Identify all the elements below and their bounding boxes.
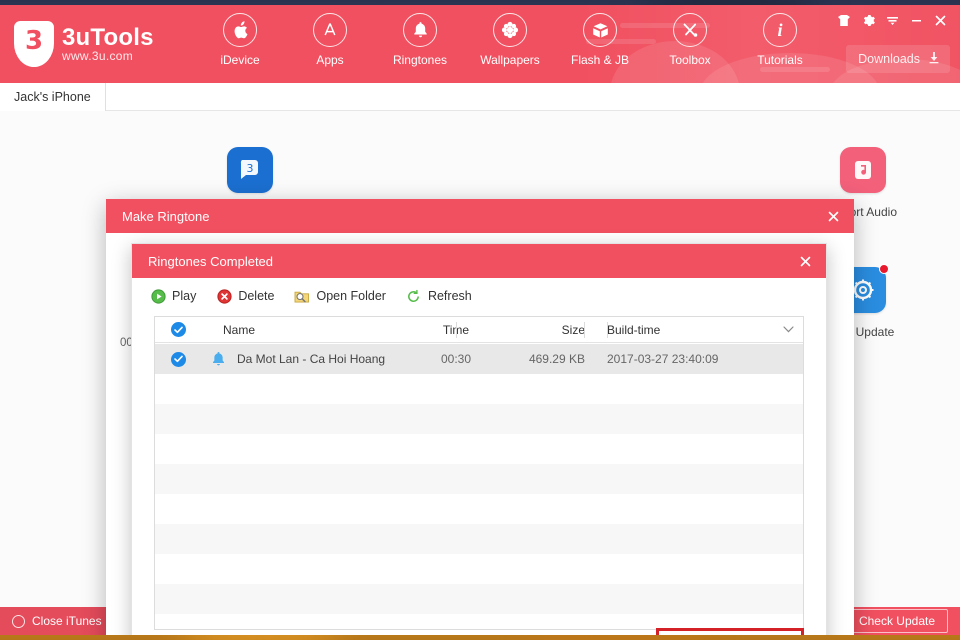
table-header-row: Name Time Size Build-time (155, 317, 803, 343)
nav-label: iDevice (220, 53, 260, 67)
table-row-empty (155, 584, 803, 614)
nav-label: Apps (316, 53, 344, 67)
ringtones-toolbar: Play Delete Open Folder Refresh (132, 278, 826, 314)
column-header-name[interactable]: Name (201, 317, 413, 343)
nav-item-tutorials[interactable]: i Tutorials (735, 13, 825, 67)
ringtones-table: Name Time Size Build-time Da Mot Lan - C… (154, 316, 804, 630)
row-checkbox[interactable] (155, 351, 201, 367)
tools-icon (673, 13, 707, 47)
info-icon: i (763, 13, 797, 47)
play-icon (150, 288, 166, 304)
nav-item-apps[interactable]: Apps (285, 13, 375, 67)
close-icon[interactable] (928, 9, 952, 31)
close-itunes-label: Close iTunes (32, 614, 102, 628)
close-icon[interactable] (784, 244, 826, 278)
table-row-empty (155, 524, 803, 554)
row-size-cell: 469.29 KB (528, 352, 585, 366)
brand-url: www.3u.com (62, 49, 134, 64)
app-header: 3 3uTools www.3u.com iDevice Apps Ringto… (0, 5, 960, 83)
make-ringtone-titlebar: Make Ringtone (106, 199, 854, 233)
appstore-icon (313, 13, 347, 47)
refresh-icon (406, 288, 422, 304)
downloads-label: Downloads (858, 52, 920, 66)
column-header-build-time[interactable]: Build-time (595, 317, 773, 343)
nav-label: Tutorials (757, 53, 803, 67)
refresh-label: Refresh (427, 289, 472, 303)
window-controls (832, 9, 952, 31)
table-row-empty (155, 554, 803, 584)
nav-label: Toolbox (669, 53, 711, 67)
ringtones-titlebar: Ringtones Completed (132, 244, 826, 278)
play-button[interactable]: Play (150, 288, 196, 304)
row-build-time-cell: 2017-03-27 23:40:09 (607, 352, 719, 366)
make-ringtone-title: Make Ringtone (122, 208, 210, 224)
table-row[interactable]: Da Mot Lan - Ca Hoi Hoang 00:30 469.29 K… (155, 344, 803, 374)
bell-icon (403, 13, 437, 47)
power-circle-icon (12, 614, 25, 628)
nav-item-toolbox[interactable]: Toolbox (645, 13, 735, 67)
nav-label: Wallpapers (480, 53, 540, 67)
box-icon (583, 13, 617, 47)
cloud-decor (760, 67, 830, 72)
select-all-checkbox[interactable] (155, 317, 201, 343)
table-row-empty (155, 404, 803, 434)
nav-item-wallpapers[interactable]: Wallpapers (465, 13, 555, 67)
app-body: Jack's iPhone 3 Install 3uTools (0, 82, 960, 635)
svg-text:3: 3 (246, 162, 253, 175)
checkbox-checked-icon (170, 351, 186, 367)
open-folder-label: Open Folder (316, 289, 386, 303)
gear-icon[interactable] (856, 9, 880, 31)
nav-item-ringtones[interactable]: Ringtones (375, 13, 465, 67)
delete-button[interactable]: Delete (216, 288, 274, 304)
flower-icon (493, 13, 527, 47)
apple-icon (223, 13, 257, 47)
chevron-down-icon[interactable] (773, 317, 803, 343)
play-label: Play (172, 289, 197, 303)
ringtones-completed-dialog: Ringtones Completed Play Delete Open Fol… (131, 243, 827, 635)
brand-name: 3uTools (62, 24, 154, 52)
table-row-empty (155, 434, 803, 464)
ringtones-title: Ringtones Completed (148, 253, 274, 269)
download-icon (928, 51, 940, 67)
nav-item-idevice[interactable]: iDevice (195, 13, 285, 67)
folder-search-icon (294, 288, 310, 304)
main-window: 3 3uTools www.3u.com iDevice Apps Ringto… (0, 5, 960, 635)
main-nav: iDevice Apps Ringtones Wallpapers Flash … (195, 13, 825, 67)
content-area: 3 Install 3uTools Import Audio (0, 111, 960, 635)
nav-label: Flash & JB (570, 53, 630, 67)
audio-icon (840, 147, 887, 193)
refresh-button[interactable]: Refresh (406, 288, 472, 304)
table-row-empty (155, 494, 803, 524)
tab-label: Jack's iPhone (14, 89, 91, 104)
import-button-highlight: Import to iDevice (656, 628, 804, 635)
row-name-text: Da Mot Lan - Ca Hoi Hoang (237, 352, 386, 366)
table-body: Da Mot Lan - Ca Hoi Hoang 00:30 469.29 K… (155, 344, 803, 629)
bell-icon (201, 351, 235, 367)
row-name-cell: Da Mot Lan - Ca Hoi Hoang (201, 351, 413, 367)
table-row-empty (155, 374, 803, 404)
skin-icon[interactable] (832, 9, 856, 31)
tab-strip: Jack's iPhone (0, 82, 960, 111)
downloads-button[interactable]: Downloads (846, 45, 950, 73)
delete-icon (216, 288, 232, 304)
install-icon: 3 (226, 147, 273, 193)
delete-label: Delete (238, 289, 275, 303)
nav-item-flash-jb[interactable]: Flash & JB (555, 13, 645, 67)
check-update-button[interactable]: Check Update (845, 609, 948, 633)
table-row-empty (155, 464, 803, 494)
menu-icon[interactable] (880, 9, 904, 31)
logo-shield-icon: 3 (14, 21, 54, 67)
row-time-cell: 00:30 (440, 352, 472, 366)
app-logo: 3 3uTools www.3u.com (14, 21, 154, 67)
minimize-icon[interactable] (904, 9, 928, 31)
update-badge (879, 264, 890, 274)
open-folder-button[interactable]: Open Folder (294, 288, 386, 304)
column-header-size[interactable]: Size (499, 317, 595, 343)
tab-jacks-iphone[interactable]: Jack's iPhone (0, 82, 106, 111)
close-icon[interactable] (812, 199, 854, 233)
screen-root: 3 3uTools www.3u.com iDevice Apps Ringto… (0, 0, 960, 640)
nav-label: Ringtones (392, 53, 448, 67)
column-header-time[interactable]: Time (413, 317, 499, 343)
checkbox-checked-icon (170, 322, 186, 337)
